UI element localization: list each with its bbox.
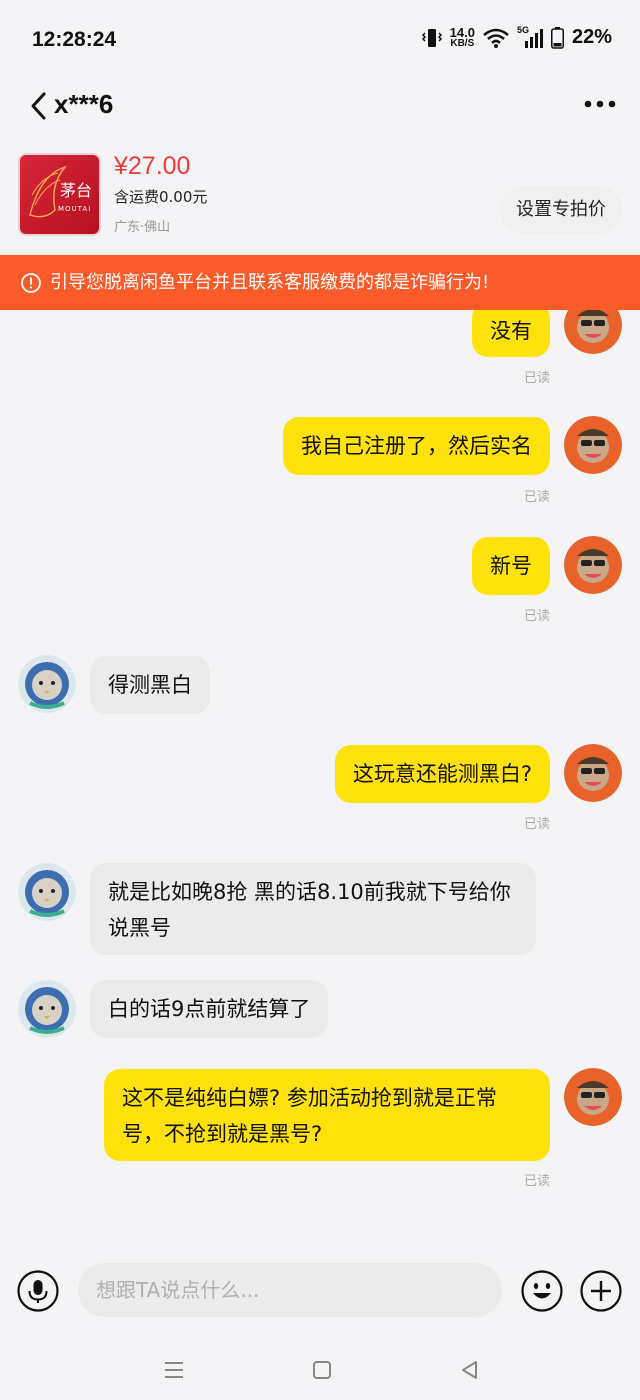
read-status: 已读 [523, 817, 550, 832]
message-bubble[interactable]: 白的话9点前就结算了 [90, 980, 329, 1038]
message-bubble[interactable]: 新号 [472, 537, 550, 595]
message-bubble[interactable]: 这玩意还能测黑白? [334, 745, 550, 803]
product-logo-text: 茅台 [60, 181, 93, 200]
net-speed-unit: KB/S [450, 38, 475, 49]
battery-icon [550, 26, 564, 49]
message-input-bar [0, 1252, 640, 1328]
read-status: 已读 [523, 490, 550, 505]
voice-input-icon[interactable] [17, 1270, 59, 1312]
message-bubble[interactable]: 得测黑白 [90, 656, 210, 714]
set-special-price-button[interactable]: 设置专拍价 [500, 186, 622, 234]
message-bubble[interactable]: 我自己注册了，然后实名 [283, 417, 550, 475]
status-icons: 14.0 KB/S 5G 22% [421, 25, 612, 49]
chat-title: x***6 [54, 89, 114, 119]
my-avatar[interactable] [564, 416, 622, 474]
back-nav-icon[interactable] [456, 1356, 484, 1384]
read-status: 已读 [523, 609, 550, 624]
product-price: ¥27.00 [114, 152, 191, 180]
message-input[interactable] [78, 1263, 502, 1317]
my-avatar[interactable] [564, 310, 622, 354]
contact-avatar[interactable] [18, 655, 76, 713]
message-bubble[interactable]: 没有 [472, 310, 550, 357]
emoji-icon[interactable] [521, 1270, 563, 1312]
message-list[interactable]: 没有 已读 我自己注册了，然后实名 已读 新号 已读 得测黑白 这玩意还能测黑白… [0, 310, 640, 1240]
read-status: 已读 [523, 371, 550, 386]
product-card[interactable]: 茅台 MOUTAI ¥27.00 含运费0.00元 广东·佛山 设置专拍价 [0, 148, 640, 244]
net-speed: 14.0 KB/S [450, 26, 475, 49]
product-image[interactable]: 茅台 MOUTAI [18, 153, 101, 236]
battery-level: 22% [571, 26, 612, 48]
home-icon[interactable] [308, 1356, 336, 1384]
product-location: 广东·佛山 [114, 220, 171, 235]
wifi-icon [483, 28, 509, 48]
more-options-icon[interactable] [582, 90, 618, 118]
signal-icon: 5G [517, 25, 543, 49]
status-time: 12:28:24 [32, 28, 117, 51]
fraud-warning-banner: 引导您脱离闲鱼平台并且联系客服缴费的都是诈骗行为! [0, 255, 640, 310]
system-nav-bar [0, 1340, 640, 1400]
warning-text: 引导您脱离闲鱼平台并且联系客服缴费的都是诈骗行为! [50, 272, 490, 293]
product-shipping: 含运费0.00元 [114, 188, 208, 206]
add-attachment-icon[interactable] [580, 1270, 622, 1312]
my-avatar[interactable] [564, 744, 622, 802]
status-bar: 12:28:24 14.0 KB/S 5G 22% [0, 0, 640, 80]
read-status: 已读 [523, 1174, 550, 1189]
warning-icon [21, 272, 41, 293]
my-avatar[interactable] [564, 536, 622, 594]
message-bubble[interactable]: 就是比如晚8抢 黑的话8.10前我就下号给你说黑号 [90, 863, 536, 955]
contact-avatar[interactable] [18, 980, 76, 1038]
message-bubble[interactable]: 这不是纯纯白嫖? 参加活动抢到就是正常号，不抢到就是黑号? [104, 1069, 550, 1161]
contact-avatar[interactable] [18, 863, 76, 921]
back-arrow-icon[interactable] [26, 88, 54, 124]
recent-apps-icon[interactable] [160, 1356, 188, 1384]
product-logo-subtext: MOUTAI [58, 205, 92, 213]
my-avatar[interactable] [564, 1068, 622, 1126]
vibrate-icon [421, 28, 442, 47]
chat-header: x***6 [0, 80, 640, 132]
